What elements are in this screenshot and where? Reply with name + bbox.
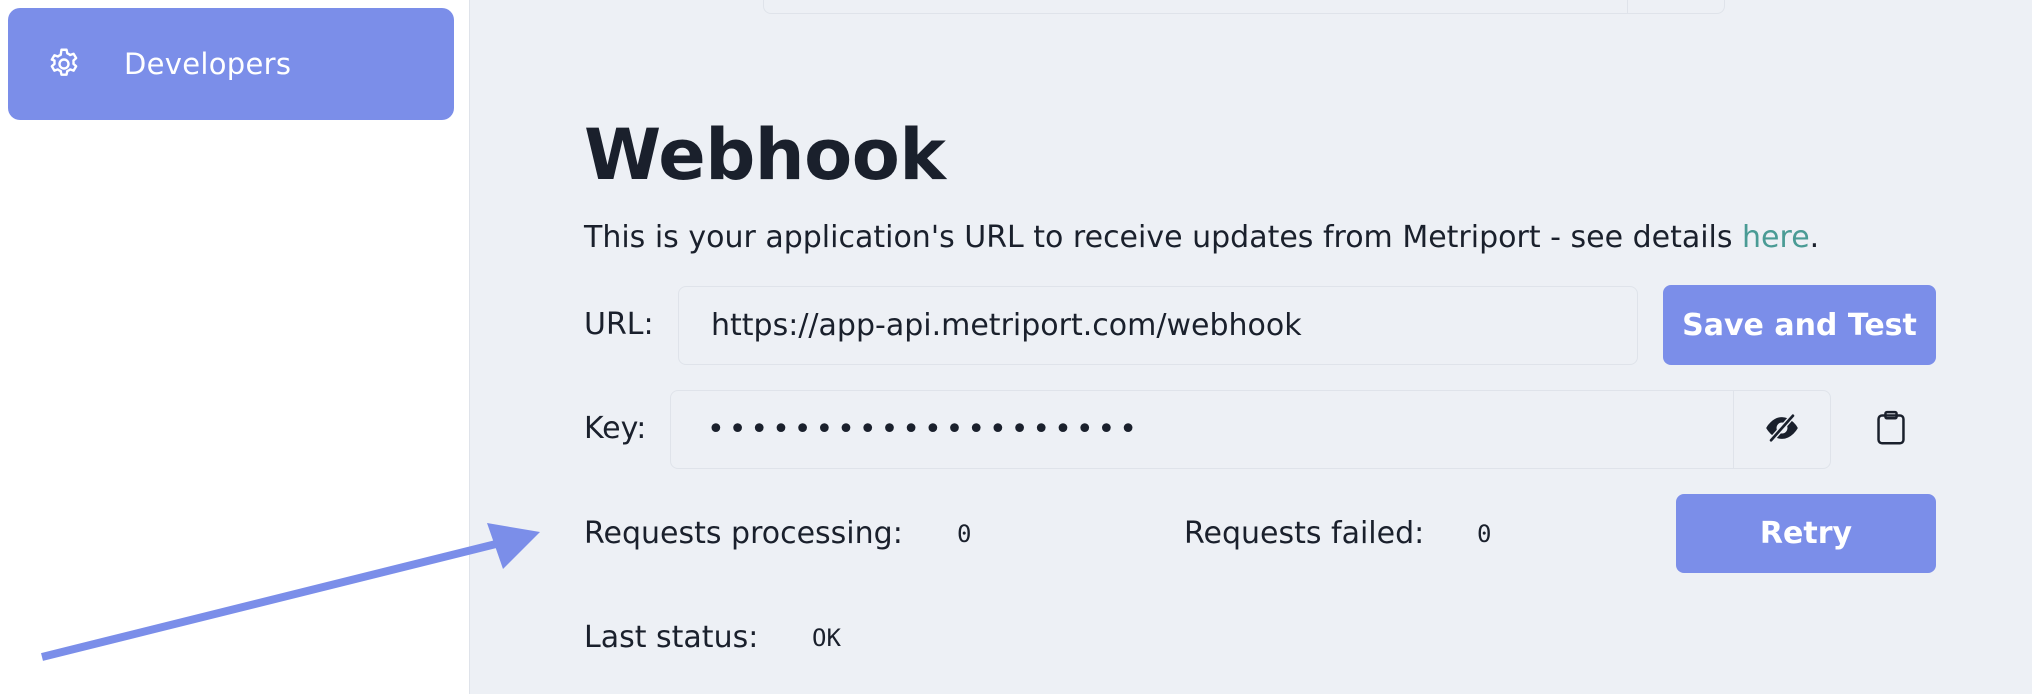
url-input[interactable]: https://app-api.metriport.com/webhook (678, 286, 1638, 365)
requests-processing-value: 0 (957, 520, 972, 548)
key-field-group: •••••••••••••••••••• (670, 390, 1831, 469)
main-content: Webhook This is your application's URL t… (471, 0, 2032, 694)
save-and-test-button[interactable]: Save and Test (1663, 285, 1936, 365)
key-label: Key: (584, 411, 647, 446)
requests-processing-label: Requests processing: (584, 516, 903, 551)
retry-button[interactable]: Retry (1676, 494, 1936, 573)
last-status-label: Last status: (584, 620, 759, 655)
copy-key-button[interactable] (1871, 410, 1911, 450)
requests-failed-value: 0 (1477, 520, 1492, 548)
webhook-description: This is your application's URL to receiv… (584, 220, 1819, 255)
toggle-key-visibility-button[interactable] (1733, 391, 1830, 468)
webhook-description-text: This is your application's URL to receiv… (584, 220, 1743, 255)
last-status-value: OK (812, 624, 841, 652)
requests-failed-label: Requests failed: (1184, 516, 1425, 551)
previous-field (763, 0, 1725, 14)
eye-off-icon (1765, 412, 1799, 447)
description-end: . (1809, 220, 1820, 255)
details-link[interactable]: here (1742, 220, 1810, 255)
clipboard-icon (1874, 410, 1908, 450)
key-input[interactable]: •••••••••••••••••••• (671, 391, 1733, 468)
url-label: URL: (584, 307, 654, 342)
page-title: Webhook (584, 114, 946, 196)
